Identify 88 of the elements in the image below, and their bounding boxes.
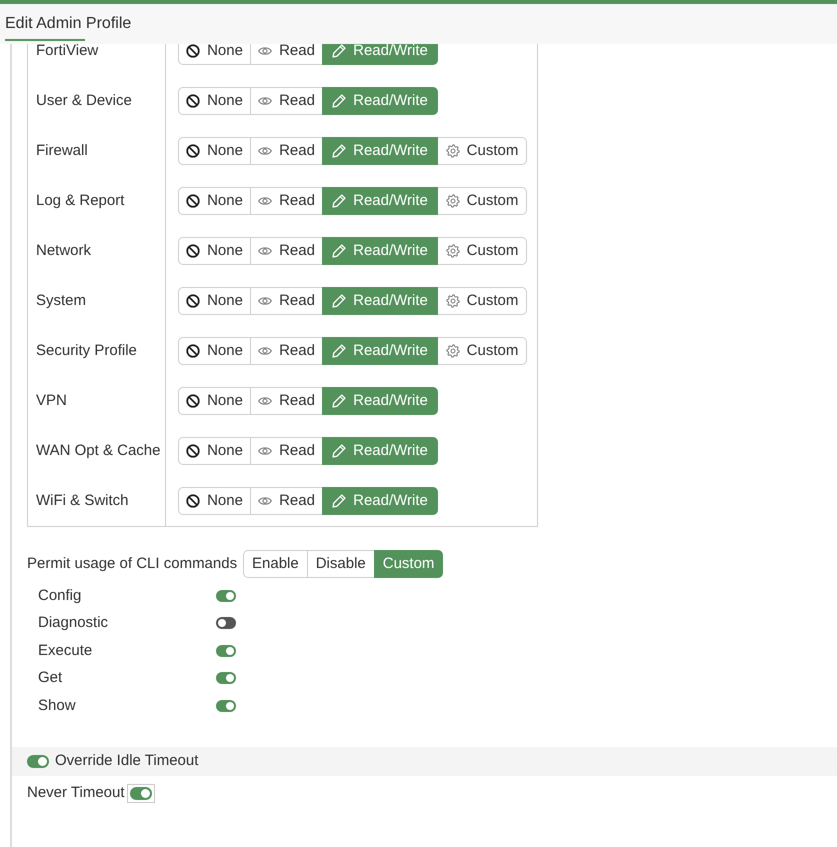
toggle-switch[interactable]: [216, 644, 236, 657]
never-timeout-label: Never Timeout: [27, 782, 125, 803]
idle-timeout-label: Override Idle Timeout: [55, 750, 198, 771]
toggle-switch[interactable]: [126, 784, 155, 802]
permission-label: WiFi & Switch: [36, 490, 129, 511]
permission-label: Network: [36, 240, 92, 261]
pencil-icon: [332, 344, 346, 358]
cli-mode-button[interactable]: Custom: [374, 550, 444, 578]
permission-option-button[interactable]: Read/Write: [322, 187, 438, 215]
pencil-icon: [332, 94, 346, 108]
permission-option-button[interactable]: Read/Write: [322, 137, 438, 165]
prohibited-icon: [186, 294, 200, 308]
cli-mode-button[interactable]: Disable: [306, 550, 375, 578]
permission-option-button[interactable]: None: [178, 237, 251, 265]
permission-option-button[interactable]: None: [178, 437, 251, 465]
permission-option-button[interactable]: Read: [250, 287, 323, 315]
toggle-switch[interactable]: [216, 617, 236, 630]
permission-option-button[interactable]: None: [178, 287, 251, 315]
permission-option-button[interactable]: None: [178, 137, 251, 165]
permission-option-button[interactable]: Read: [250, 437, 323, 465]
permission-option-button[interactable]: Custom: [437, 187, 527, 215]
prohibited-icon: [186, 194, 200, 208]
prohibited-icon: [186, 344, 200, 358]
gear-icon: [446, 244, 460, 258]
cli-command-label: Get: [38, 668, 64, 688]
pencil-icon: [332, 444, 346, 458]
pencil-icon: [332, 394, 346, 408]
permission-option-button[interactable]: Read/Write: [322, 387, 438, 415]
prohibited-icon: [186, 144, 200, 158]
cli-command-label: Diagnostic: [38, 613, 110, 633]
permission-option-button[interactable]: Read/Write: [322, 87, 438, 115]
permission-label: User & Device: [36, 90, 132, 111]
permission-label: Log & Report: [36, 190, 124, 211]
permission-option-button[interactable]: Read: [250, 387, 323, 415]
permission-label: VPN: [36, 390, 67, 411]
toggle-switch[interactable]: [216, 590, 236, 602]
pencil-icon: [332, 494, 346, 508]
permission-option-button[interactable]: Read: [250, 187, 323, 215]
permission-option-button[interactable]: Read: [250, 44, 323, 65]
toggle-switch[interactable]: [27, 754, 49, 768]
pencil-icon: [332, 294, 346, 308]
gear-icon: [446, 144, 460, 158]
permission-option-button[interactable]: Read: [250, 487, 323, 515]
permission-option-button[interactable]: Read/Write: [322, 287, 438, 315]
permission-option-button[interactable]: Custom: [437, 237, 527, 265]
pencil-icon: [332, 144, 346, 158]
prohibited-icon: [186, 44, 200, 58]
permission-option-button[interactable]: Read: [250, 337, 323, 365]
permission-option-button[interactable]: None: [178, 487, 251, 515]
permission-option-button[interactable]: Custom: [437, 337, 527, 365]
prohibited-icon: [186, 444, 200, 458]
permission-option-button[interactable]: Read/Write: [322, 44, 438, 65]
pencil-icon: [332, 244, 346, 258]
prohibited-icon: [186, 244, 200, 258]
permission-label: Firewall: [36, 140, 88, 161]
cli-permission-label: Permit usage of CLI commands: [27, 554, 238, 574]
prohibited-icon: [186, 394, 200, 408]
toggle-switch[interactable]: [216, 700, 236, 712]
cli-mode-button[interactable]: Enable: [243, 550, 308, 578]
gear-icon: [446, 294, 460, 308]
permission-option-button[interactable]: Custom: [437, 137, 527, 165]
permission-option-button[interactable]: Read/Write: [322, 337, 438, 365]
prohibited-icon: [186, 494, 200, 508]
permission-option-button[interactable]: Read/Write: [322, 487, 438, 515]
permission-option-button[interactable]: Read/Write: [322, 237, 438, 265]
permission-label: Security Profile: [36, 340, 137, 361]
gear-icon: [446, 344, 460, 358]
cli-command-label: Execute: [38, 640, 94, 660]
permission-option-button[interactable]: None: [178, 187, 251, 215]
permission-label: WAN Opt & Cache: [36, 440, 160, 461]
permission-label: FortiView: [36, 44, 98, 61]
pencil-icon: [332, 194, 346, 208]
permission-option-button[interactable]: None: [178, 44, 251, 65]
permission-option-button[interactable]: None: [178, 337, 251, 365]
permission-option-button[interactable]: Read: [250, 137, 323, 165]
permission-option-button[interactable]: None: [178, 387, 251, 415]
page-title: Edit Admin Profile: [5, 14, 132, 34]
permission-option-button[interactable]: Read: [250, 87, 323, 115]
permission-label: System: [36, 290, 86, 311]
toggle-switch[interactable]: [216, 672, 236, 684]
permission-option-button[interactable]: Custom: [437, 287, 527, 315]
cli-command-label: Config: [38, 586, 82, 606]
permission-option-button[interactable]: Read/Write: [322, 437, 438, 465]
permission-option-button[interactable]: Read: [250, 237, 323, 265]
prohibited-icon: [186, 94, 200, 108]
cli-command-label: Show: [38, 696, 77, 716]
permission-option-button[interactable]: None: [178, 87, 251, 115]
gear-icon: [446, 194, 460, 208]
